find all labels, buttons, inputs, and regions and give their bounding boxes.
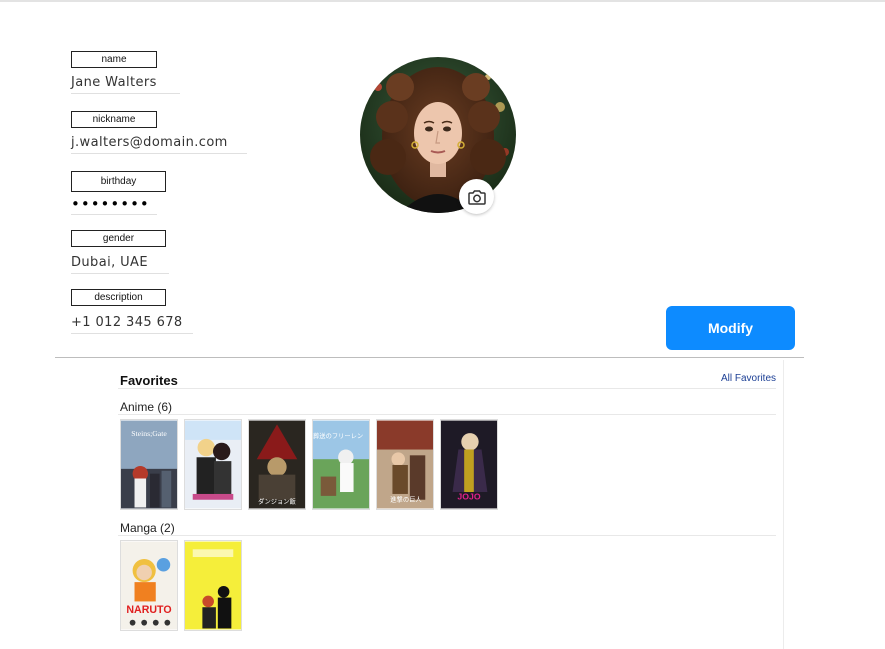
anime-cover-4[interactable]: 葬送のフリーレン: [312, 419, 370, 510]
manga-cover-2[interactable]: [184, 540, 242, 631]
anime-rule: [118, 414, 776, 415]
name-label: name: [71, 51, 157, 68]
anime-cover-3-caption: ダンジョン飯: [258, 497, 296, 506]
birthday-value[interactable]: ••••••••: [71, 197, 157, 215]
anime-cover-2[interactable]: [184, 419, 242, 510]
manga-cover-1-caption: NARUTO: [126, 604, 171, 616]
name-value[interactable]: Jane Walters: [71, 75, 180, 94]
favorites-panel: Favorites All Favorites Anime (6) Steins…: [118, 360, 784, 649]
nickname-label: nickname: [71, 111, 157, 128]
change-photo-button[interactable]: [459, 179, 494, 214]
nickname-value[interactable]: j.walters@domain.com: [71, 135, 247, 154]
description-value[interactable]: +1 012 345 678: [71, 315, 193, 334]
birthday-label: birthday: [71, 171, 166, 192]
gender-label: gender: [71, 230, 166, 247]
all-favorites-link[interactable]: All Favorites: [721, 373, 776, 384]
modify-button[interactable]: Modify: [666, 306, 795, 350]
avatar-container: [360, 57, 516, 214]
anime-cover-1-caption: Steins;Gate: [131, 429, 167, 438]
gender-value[interactable]: Dubai, UAE: [71, 255, 169, 274]
manga-cover-1[interactable]: NARUTO: [120, 540, 178, 631]
section-divider: [55, 357, 804, 358]
manga-covers: NARUTO: [120, 540, 242, 631]
manga-rule: [118, 535, 776, 536]
manga-category-title: Manga (2): [120, 521, 175, 535]
favorites-header-rule: [118, 388, 776, 389]
anime-cover-1[interactable]: Steins;Gate: [120, 419, 178, 510]
anime-cover-4-caption: 葬送のフリーレン: [313, 431, 363, 440]
top-border: [0, 0, 885, 2]
anime-cover-5-caption: 進撃の巨人: [390, 495, 422, 504]
favorites-title: Favorites: [120, 373, 178, 388]
anime-category-title: Anime (6): [120, 400, 173, 414]
anime-cover-3[interactable]: ダンジョン飯: [248, 419, 306, 510]
anime-cover-5[interactable]: 進撃の巨人: [376, 419, 434, 510]
camera-icon: [467, 189, 486, 205]
anime-cover-6[interactable]: JOJO: [440, 419, 498, 510]
anime-cover-6-caption: JOJO: [457, 492, 480, 502]
anime-covers: Steins;Gate ダンジョン飯 葬送のフリーレン 進撃の巨人 JOJO: [120, 419, 498, 510]
description-label: description: [71, 289, 166, 306]
